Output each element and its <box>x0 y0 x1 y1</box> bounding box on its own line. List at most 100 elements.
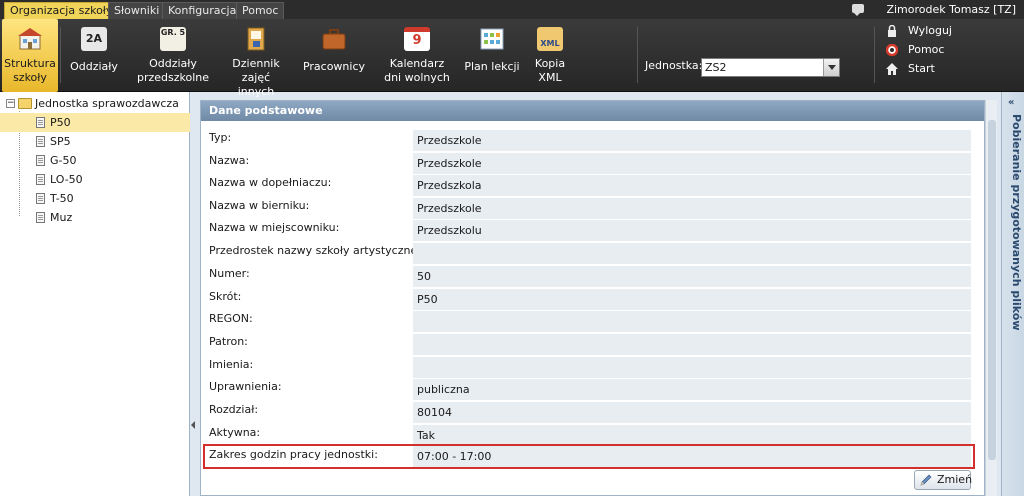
field-aktywna: Aktywna: Tak <box>205 424 973 446</box>
field-value <box>413 311 971 332</box>
toolbar-oddzialy[interactable]: 2A Oddziały <box>66 19 122 92</box>
document-icon <box>36 117 45 128</box>
toolbar-divider <box>637 27 638 83</box>
tree-item-label: G-50 <box>50 154 77 167</box>
toolbar-dziennik-zajec-innych[interactable]: Dziennik zajęć innych <box>222 19 290 98</box>
field-label: Skrót: <box>209 290 242 303</box>
field-nazwa-biernik: Nazwa w bierniku: Przedszkole <box>205 197 973 219</box>
unit-label: Jednostka: <box>645 59 703 72</box>
download-panel-collapsed[interactable]: « Pobieranie przygotowanych plików <box>1001 92 1024 496</box>
toolbar-oddzialy-przedszkolne[interactable]: GR. 5 Oddziały przedszkolne <box>136 19 210 92</box>
logout-label: Wyloguj <box>908 24 952 37</box>
field-skrot: Skrót: P50 <box>205 288 973 310</box>
lifebuoy-icon <box>886 44 898 56</box>
tree-item-p50[interactable]: P50 <box>0 113 190 132</box>
tree-item-lo50[interactable]: LO-50 <box>0 170 190 189</box>
field-value <box>413 334 971 355</box>
pencil-icon <box>920 474 932 486</box>
toolbar-plan-lekcji[interactable]: Plan lekcji <box>462 19 522 92</box>
field-value: Przedszkola <box>413 175 971 196</box>
calendar-icon: 9 <box>404 27 430 51</box>
tree-item-label: LO-50 <box>50 173 83 186</box>
tab-slowniki[interactable]: Słowniki <box>108 2 166 19</box>
field-numer: Numer: 50 <box>205 265 973 287</box>
collapse-toggle-icon[interactable]: − <box>6 99 15 108</box>
tab-organizacja-szkoly[interactable]: Organizacja szkoły <box>4 2 119 19</box>
field-label: Rozdział: <box>209 403 259 416</box>
unit-select-value: ZS2 <box>705 61 727 74</box>
field-uprawnienia: Uprawnienia: publiczna <box>205 378 973 400</box>
toolbar-label: Oddziały <box>70 60 118 73</box>
field-value: Przedszkole <box>413 153 971 174</box>
field-label: Przedrostek nazwy szkoły artystycznej: <box>209 244 424 257</box>
folder-icon <box>18 98 32 109</box>
tab-konfiguracja[interactable]: Konfiguracja <box>162 2 243 19</box>
download-panel-title: Pobieranie przygotowanych plików <box>1010 114 1023 331</box>
field-value: P50 <box>413 289 971 310</box>
tree-item-label: Muz <box>50 211 73 224</box>
lock-icon <box>888 25 896 37</box>
toolbar-kalendarz-dni-wolnych[interactable]: 9 Kalendarz dni wolnych <box>380 19 454 92</box>
field-typ: Typ: Przedszkole <box>205 129 973 151</box>
panel-splitter[interactable] <box>190 92 198 496</box>
help-label: Pomoc <box>908 43 945 56</box>
preschool-class-icon: GR. 5 <box>160 27 186 51</box>
field-label: Patron: <box>209 335 248 348</box>
toolbar-label: Dziennik zajęć innych <box>232 57 280 98</box>
splitter-arrow-icon[interactable] <box>191 421 195 429</box>
field-value <box>413 357 971 378</box>
toolbar-label: Pracownicy <box>302 60 366 73</box>
field-nazwa: Nazwa: Przedszkole <box>205 152 973 174</box>
toolbar-label: Oddziały przedszkolne <box>136 57 210 84</box>
tree-item-label: P50 <box>50 116 71 129</box>
toolbar-kopia-xml[interactable]: XML Kopia XML <box>526 19 574 92</box>
unit-select[interactable]: ZS2 <box>701 58 840 77</box>
toolbar-label: Plan lekcji <box>464 60 520 73</box>
chevron-down-icon[interactable] <box>823 59 839 76</box>
toolbar-struktura-szkoly[interactable]: Struktura szkoły <box>2 19 58 92</box>
briefcase-icon <box>322 29 346 50</box>
field-regon: REGON: <box>205 310 973 332</box>
main-toolbar: Struktura szkoły 2A Oddziały GR. 5 Oddzi… <box>0 19 1024 98</box>
toolbar-divider <box>60 27 61 83</box>
scrollbar-thumb[interactable] <box>988 120 996 460</box>
toolbar-divider <box>874 27 875 83</box>
basic-data-panel: Dane podstawowe Typ: Przedszkole Nazwa: … <box>200 100 985 496</box>
tree-item-muz[interactable]: Muz <box>0 208 190 227</box>
field-value: 50 <box>413 266 971 287</box>
field-rozdzial: Rozdział: 80104 <box>205 401 973 423</box>
tree-root[interactable]: − Jednostka sprawozdawcza <box>0 94 190 113</box>
field-label: Nazwa w miejscowniku: <box>209 221 340 234</box>
field-imienia: Imienia: <box>205 356 973 378</box>
timetable-icon <box>480 28 504 50</box>
field-label: Numer: <box>209 267 250 280</box>
field-label: Nazwa: <box>209 154 250 167</box>
toolbar-pracownicy[interactable]: Pracownicy <box>302 19 366 92</box>
expand-chevrons-icon[interactable]: « <box>1008 98 1014 108</box>
tab-pomoc[interactable]: Pomoc <box>236 2 285 19</box>
school-structure-icon <box>18 28 42 50</box>
field-value: 07:00 - 17:00 <box>413 446 971 467</box>
field-label: Nazwa w dopełniaczu: <box>209 176 332 189</box>
document-icon <box>36 136 45 147</box>
chat-icon[interactable] <box>852 4 864 16</box>
field-przedrostek: Przedrostek nazwy szkoły artystycznej: <box>205 242 973 264</box>
panel-scrollbar[interactable] <box>985 100 997 496</box>
tree-item-g50[interactable]: G-50 <box>0 151 190 170</box>
class-2a-icon: 2A <box>81 27 107 51</box>
field-value: 80104 <box>413 402 971 423</box>
field-value: Przedszkole <box>413 198 971 219</box>
home-icon <box>886 63 898 75</box>
tree-item-sp5[interactable]: SP5 <box>0 132 190 151</box>
tree-item-label: SP5 <box>50 135 71 148</box>
xml-icon: XML <box>537 27 563 51</box>
user-name: Zimorodek Tomasz [TZ] <box>886 3 1016 16</box>
unit-tree: − Jednostka sprawozdawcza P50 SP5 G-50 L… <box>0 92 190 496</box>
field-nazwa-miejscownik: Nazwa w miejscowniku: Przedszkolu <box>205 219 973 241</box>
tree-item-t50[interactable]: T-50 <box>0 189 190 208</box>
document-icon <box>36 212 45 223</box>
field-value: Przedszkolu <box>413 220 971 241</box>
field-label: Typ: <box>209 131 232 144</box>
change-button[interactable]: Zmień <box>914 470 972 490</box>
toolbar-label: Struktura szkoły <box>4 57 56 84</box>
